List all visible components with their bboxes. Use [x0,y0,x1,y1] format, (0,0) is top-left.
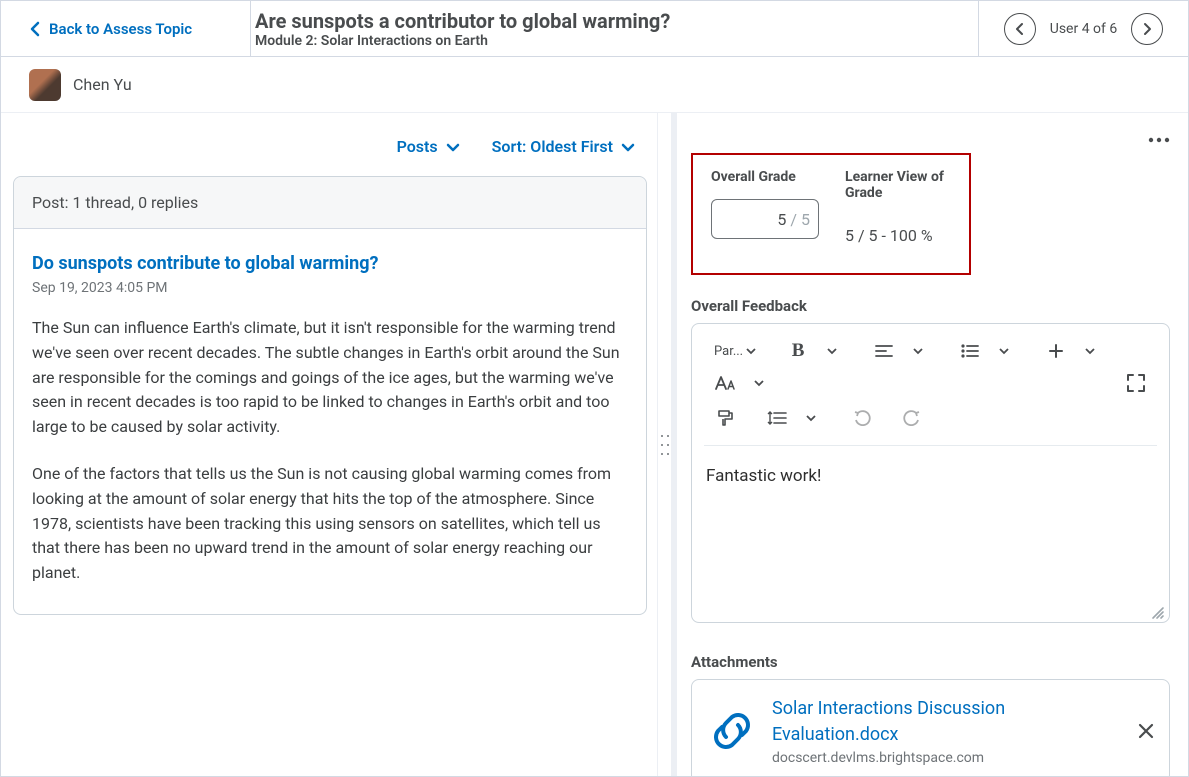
attachment-filename[interactable]: Solar Interactions Discussion Evaluation… [772,696,1120,748]
feedback-editor[interactable]: Par... B [691,323,1170,623]
sort-label: Sort: Oldest First [492,137,613,156]
list-button[interactable] [955,336,985,366]
overall-grade-label: Overall Grade [711,169,819,185]
editor-toolbar: Par... B [700,328,1161,403]
pager-label: User 4 of 6 [1050,21,1117,37]
fullscreen-button[interactable] [1121,368,1151,398]
align-button[interactable] [869,336,899,366]
grade-highlight-box: Overall Grade 5 / 5 Learner View of Grad… [691,153,971,275]
format-painter-icon [716,409,734,427]
align-left-icon [875,344,893,358]
post-count-line: Post: 1 thread, 0 replies [14,177,646,229]
grip-icon [661,435,669,455]
attachments-label: Attachments [691,653,1170,671]
posts-label: Posts [397,137,438,156]
post-body: The Sun can influence Earth's climate, b… [32,316,628,586]
paragraph-style-button[interactable]: Par... [710,336,761,366]
back-label: Back to Assess Topic [49,20,192,38]
post-paragraph: The Sun can influence Earth's climate, b… [32,316,628,440]
post-title[interactable]: Do sunspots contribute to global warming… [32,253,628,274]
chevron-down-icon [745,345,757,357]
attachment-domain: docscert.devlms.brightspace.com [772,750,1120,766]
chevron-down-icon [619,138,637,156]
chevron-down-icon [753,377,765,389]
redo-button[interactable] [896,403,926,433]
back-to-assess-topic[interactable]: Back to Assess Topic [1,1,251,56]
post-timestamp: Sep 19, 2023 4:05 PM [32,280,628,296]
overall-grade-input[interactable]: 5 / 5 [711,199,819,239]
user-name: Chen Yu [73,75,132,94]
font-more[interactable] [744,368,774,398]
chevron-down-icon [912,345,924,357]
attachment-item: Solar Interactions Discussion Evaluation… [691,679,1170,776]
learner-view-value: 5 / 5 - 100 % [845,215,951,255]
posts-filter[interactable]: Posts [397,137,462,156]
bulleted-list-icon [961,344,979,358]
redo-icon [902,410,920,426]
list-more[interactable] [989,336,1019,366]
grade-value: 5 [777,210,786,229]
overall-feedback-label: Overall Feedback [691,297,1170,315]
ellipsis-icon [1148,137,1170,143]
page-subtitle: Module 2: Solar Interactions on Earth [255,33,974,49]
fullscreen-icon [1127,374,1145,392]
chevron-left-icon [1014,22,1026,36]
text-format-more[interactable] [817,336,847,366]
line-height-more[interactable] [796,403,826,433]
link-attachment-icon [706,705,758,757]
page-title: Are sunspots a contributor to global war… [255,9,974,33]
feedback-content[interactable]: Fantastic work! [692,446,1169,506]
next-user-button[interactable] [1131,13,1163,45]
line-height-button[interactable] [762,403,792,433]
resize-handle[interactable] [1151,606,1165,620]
bold-button[interactable]: B [783,336,813,366]
user-bar: Chen Yu [1,57,1188,113]
format-painter-button[interactable] [710,403,740,433]
close-icon [1138,723,1154,739]
font-size-icon [714,375,736,391]
remove-attachment-button[interactable] [1134,719,1157,743]
undo-button[interactable] [848,403,878,433]
sort-control[interactable]: Sort: Oldest First [492,137,637,156]
post-paragraph: One of the factors that tells us the Sun… [32,462,628,586]
grade-max: 5 [801,210,810,229]
post-card: Post: 1 thread, 0 replies Do sunspots co… [13,176,647,615]
chevron-right-icon [1141,22,1153,36]
chevron-down-icon [444,138,462,156]
font-button[interactable] [710,368,740,398]
chevron-left-icon [29,21,41,37]
chevron-down-icon [826,345,838,357]
more-actions-button[interactable] [1148,137,1170,143]
undo-icon [854,410,872,426]
learner-view-label: Learner View of Grade [845,169,951,201]
insert-button[interactable] [1041,336,1071,366]
resize-icon [1151,606,1165,620]
line-height-icon [767,411,787,425]
prev-user-button[interactable] [1004,13,1036,45]
chevron-down-icon [998,345,1010,357]
avatar [29,69,61,101]
align-more[interactable] [903,336,933,366]
plus-icon [1049,344,1063,358]
user-pager: User 4 of 6 [978,1,1188,56]
insert-more[interactable] [1075,336,1105,366]
chevron-down-icon [1084,345,1096,357]
page-title-block: Are sunspots a contributor to global war… [251,1,978,56]
panel-splitter[interactable] [657,113,671,776]
chevron-down-icon [805,412,817,424]
